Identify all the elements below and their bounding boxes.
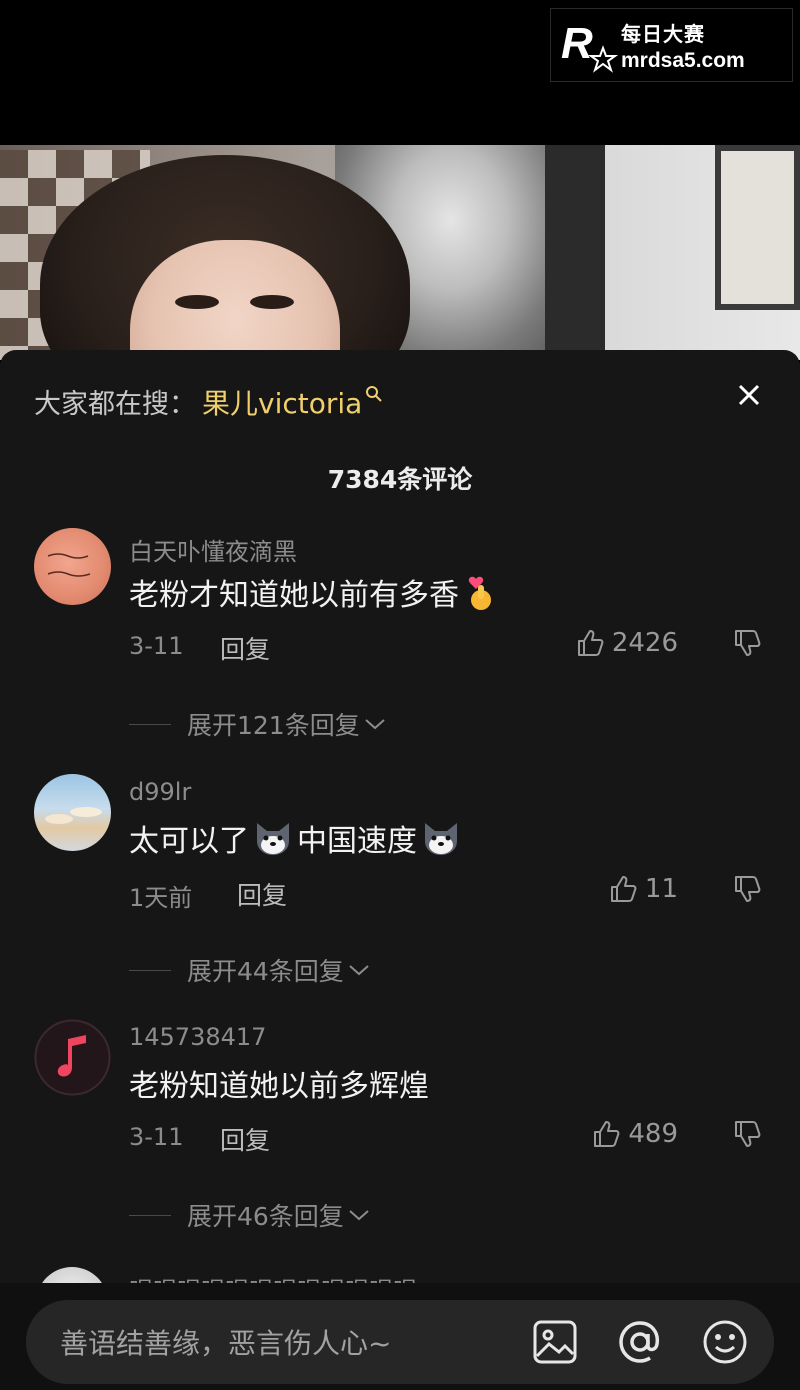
- comment-username[interactable]: d99lr: [129, 778, 191, 806]
- like-button[interactable]: 2426: [576, 628, 678, 658]
- like-count: 11: [644, 874, 678, 904]
- comment-date: 3-11: [129, 1123, 184, 1151]
- comment-input-placeholder: 善语结善缘，恶言伤人心~: [60, 1327, 392, 1360]
- picture-frame: [545, 145, 605, 360]
- person-eye: [175, 295, 219, 309]
- thumbs-up-icon: [610, 876, 637, 902]
- chevron-down-icon: [365, 719, 385, 730]
- like-count: 489: [628, 1119, 678, 1149]
- close-icon: [738, 384, 760, 406]
- thumbs-down-icon: [735, 630, 761, 656]
- at-icon[interactable]: [616, 1318, 664, 1370]
- comment-sheet: 大家都在搜： 果儿victoria 7384条评论 白天卟懂夜滴黑 老粉才知道她…: [0, 350, 800, 1390]
- reply-button[interactable]: 回复: [237, 876, 287, 912]
- divider: [129, 969, 171, 971]
- husky-emoji: [253, 819, 293, 857]
- dislike-button[interactable]: [733, 628, 763, 662]
- avatar[interactable]: [34, 528, 111, 605]
- husky-emoji: [421, 819, 461, 857]
- video-frame[interactable]: [0, 145, 800, 360]
- reply-button[interactable]: 回复: [220, 1121, 270, 1157]
- like-button[interactable]: 11: [609, 874, 678, 904]
- comment-text: 老粉才知道她以前有多香: [129, 570, 497, 614]
- picture-frame: [715, 145, 800, 310]
- brand-logo: R: [551, 10, 619, 80]
- expand-replies[interactable]: 展开46条回复: [129, 1197, 370, 1233]
- finger-heart-emoji: [463, 573, 497, 611]
- close-button[interactable]: [732, 378, 766, 412]
- trending-search[interactable]: 大家都在搜： 果儿victoria: [34, 382, 383, 422]
- emoji-icon[interactable]: [701, 1318, 749, 1370]
- comment-username[interactable]: 白天卟懂夜滴黑: [129, 532, 297, 567]
- chevron-down-icon: [349, 965, 369, 976]
- image-icon[interactable]: [531, 1318, 579, 1370]
- watermark: R 每日大赛 mrdsa5.com: [550, 8, 793, 82]
- comment-date: 3-11: [129, 632, 184, 660]
- comment-input[interactable]: 善语结善缘，恶言伤人心~: [26, 1300, 774, 1384]
- comment-count: 7384条评论: [327, 465, 473, 494]
- dislike-button[interactable]: [733, 874, 763, 908]
- trending-search-label: 大家都在搜：: [34, 389, 196, 420]
- svg-text:R: R: [561, 19, 593, 68]
- avatar[interactable]: [34, 1019, 111, 1096]
- expand-replies[interactable]: 展开121条回复: [129, 706, 386, 742]
- reply-button[interactable]: 回复: [220, 630, 270, 666]
- comment-text: 老粉知道她以前多辉煌: [129, 1069, 429, 1104]
- like-button[interactable]: 489: [592, 1119, 678, 1149]
- avatar[interactable]: [34, 774, 111, 851]
- watermark-brand: 每日大赛: [621, 21, 705, 46]
- expand-replies[interactable]: 展开44条回复: [129, 952, 370, 988]
- divider: [129, 1214, 171, 1216]
- like-count: 2426: [611, 628, 678, 658]
- comment-input-bar: 善语结善缘，恶言伤人心~: [0, 1283, 800, 1390]
- comment-date: 1天前: [129, 884, 193, 912]
- comment-username[interactable]: 145738417: [129, 1023, 266, 1051]
- search-icon: [365, 385, 383, 407]
- comment-text: 太可以了 中国速度: [129, 816, 461, 860]
- person-eye: [250, 295, 294, 309]
- watermark-url: mrdsa5.com: [621, 48, 745, 72]
- divider: [129, 723, 171, 725]
- thumbs-down-icon: [735, 1121, 761, 1147]
- thumbs-up-icon: [577, 630, 604, 656]
- trending-search-term[interactable]: 果儿victoria: [202, 382, 362, 422]
- chevron-down-icon: [349, 1210, 369, 1221]
- dislike-button[interactable]: [733, 1119, 763, 1153]
- thumbs-down-icon: [735, 876, 761, 902]
- thumbs-up-icon: [594, 1121, 620, 1147]
